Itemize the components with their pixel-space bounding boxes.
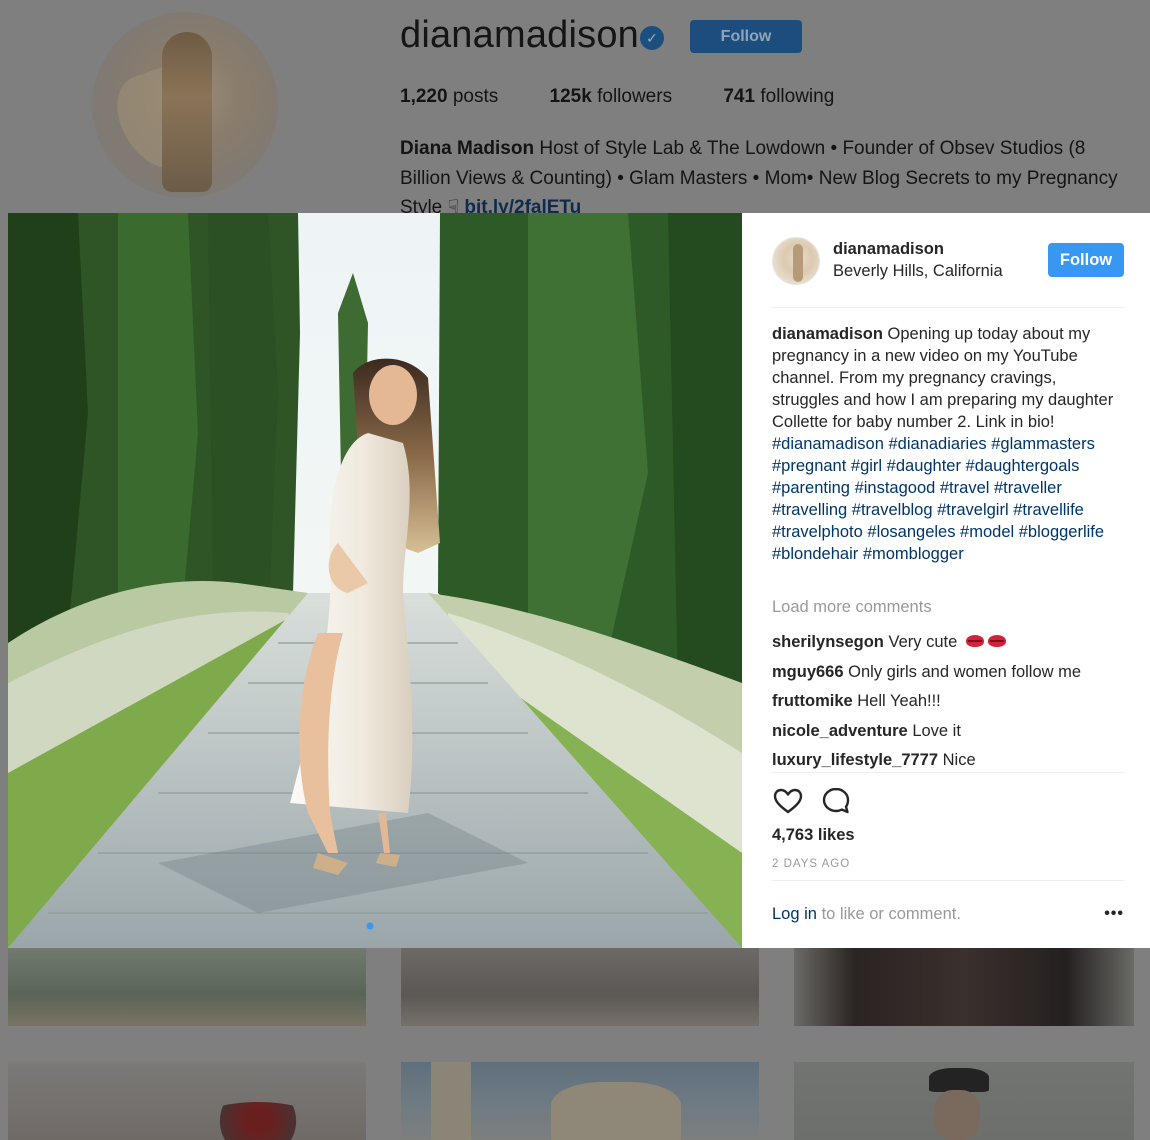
post-photo[interactable] — [8, 213, 742, 948]
post-caption: dianamadison Opening up today about my p… — [772, 323, 1124, 565]
post-modal: dianamadison Beverly Hills, California F… — [8, 213, 1150, 948]
comment-list: sherilynsegon Very cute mguy666 Only gir… — [772, 628, 1124, 776]
grid-thumbnail[interactable] — [794, 948, 1134, 1026]
login-link[interactable]: Log in — [772, 905, 817, 923]
comment-text: Only girls and women follow me — [848, 662, 1082, 681]
footer-divider — [772, 880, 1124, 881]
profile-username: dianamadison — [400, 14, 640, 56]
caption-hashtags[interactable]: #dianamadison #dianadiaries #glammasters… — [772, 435, 1104, 563]
bio-name: Diana Madison — [400, 138, 535, 159]
post-location[interactable]: Beverly Hills, California — [833, 262, 1003, 281]
login-prompt-text: to like or comment. — [821, 905, 961, 923]
post-header: dianamadison Beverly Hills, California F… — [772, 237, 1124, 307]
comment-icon[interactable] — [820, 785, 852, 817]
kiss-lips-icon — [987, 635, 1006, 647]
comment-username[interactable]: fruttomike — [772, 692, 853, 710]
comment-username[interactable]: nicole_adventure — [772, 722, 908, 740]
comment-username[interactable]: mguy666 — [772, 663, 844, 681]
comments-divider — [772, 772, 1124, 773]
grid-thumbnail[interactable] — [401, 1062, 759, 1140]
profile-bio: Diana Madison Host of Style Lab & The Lo… — [400, 134, 1128, 214]
grid-thumbnail[interactable] — [794, 1062, 1134, 1140]
post-author-avatar[interactable] — [772, 237, 820, 285]
post-timestamp[interactable]: 2 DAYS AGO — [772, 858, 850, 870]
caption-username[interactable]: dianamadison — [772, 325, 883, 343]
heart-icon[interactable] — [772, 785, 804, 817]
pointing-emoji-icon: ☟ — [447, 197, 460, 214]
comment-text: Very cute — [888, 633, 958, 651]
profile-follow-button[interactable]: Follow — [690, 20, 802, 53]
grid-thumbnail[interactable] — [401, 948, 759, 1026]
comment-username[interactable]: luxury_lifestyle_7777 — [772, 751, 938, 769]
post-sidebar: dianamadison Beverly Hills, California F… — [772, 213, 1124, 948]
header-divider — [772, 307, 1124, 308]
post-actions — [772, 785, 1124, 819]
kiss-lips-icon — [965, 635, 984, 647]
list-item: sherilynsegon Very cute — [772, 628, 1124, 658]
list-item: mguy666 Only girls and women follow me — [772, 658, 1124, 688]
grid-thumbnail[interactable] — [8, 948, 366, 1026]
bio-link[interactable]: bit.ly/2falETu — [464, 197, 581, 214]
login-prompt: Log in to like or comment. ••• — [772, 905, 1124, 924]
list-item: nicole_adventure Love it — [772, 717, 1124, 747]
verified-icon: ✓ — [640, 26, 664, 50]
followers-count[interactable]: 125k followers — [550, 86, 673, 107]
following-count[interactable]: 741 following — [723, 86, 834, 107]
more-options-icon[interactable]: ••• — [1104, 905, 1124, 923]
profile-stats: 1,220 posts 125k followers 741 following — [400, 86, 880, 108]
load-more-comments-link[interactable]: Load more comments — [772, 598, 932, 617]
comment-username[interactable]: sherilynsegon — [772, 633, 884, 651]
likes-count[interactable]: 4,763 likes — [772, 826, 855, 845]
list-item: fruttomike Hell Yeah!!! — [772, 687, 1124, 717]
profile-avatar — [92, 12, 278, 198]
comment-text: Hell Yeah!!! — [857, 692, 941, 710]
grid-thumbnail[interactable] — [8, 1062, 366, 1140]
comment-text: Nice — [942, 751, 976, 769]
post-author-username[interactable]: dianamadison — [833, 240, 944, 259]
comment-text: Love it — [912, 721, 961, 740]
posts-count[interactable]: 1,220 posts — [400, 86, 498, 107]
post-photo-illustration — [8, 213, 742, 948]
post-follow-button[interactable]: Follow — [1048, 243, 1124, 277]
